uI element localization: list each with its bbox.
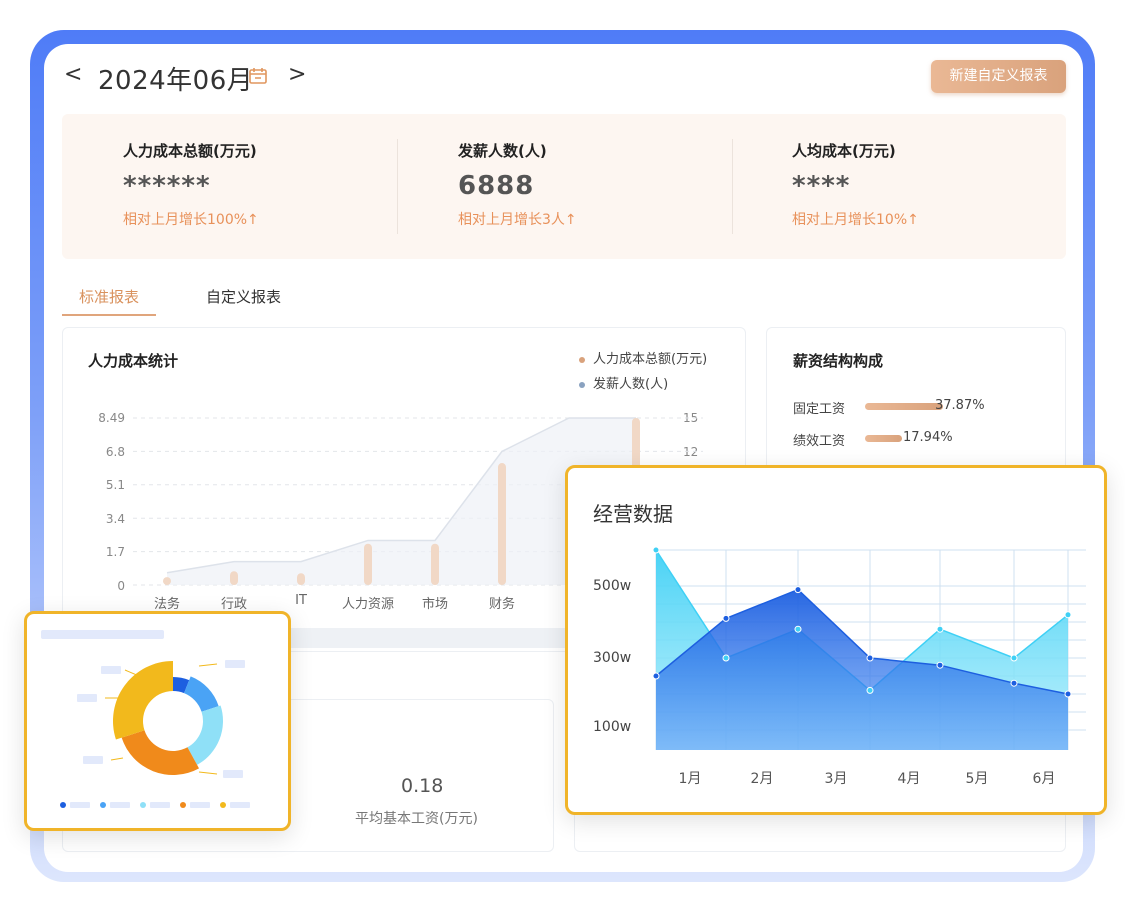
stat-label: 人力成本总额(万元)	[123, 142, 257, 160]
cost-bar	[431, 543, 439, 585]
series-cyan-point	[1064, 611, 1072, 619]
legend-placeholder	[150, 802, 170, 808]
salary-item-value: 37.87%	[935, 398, 985, 413]
donut-slice	[187, 705, 223, 765]
salary-structure-card: 薪资结构构成 固定工资 37.87% 绩效工资 17.94%	[766, 327, 1066, 477]
legend-dot	[60, 802, 66, 808]
legend-dot	[100, 802, 106, 808]
series-blue-point	[866, 654, 874, 662]
category-label: 法务	[153, 597, 180, 612]
placeholder-label	[83, 756, 103, 764]
x-tick: 1月	[678, 771, 702, 787]
stat-change: 相对上月增长100%↑	[123, 212, 259, 228]
stat-value: ****	[792, 171, 851, 201]
salary-item-bar	[865, 403, 943, 410]
series-cyan-point	[1010, 654, 1018, 662]
salary-item-label: 绩效工资	[793, 434, 846, 449]
series-blue-point	[652, 672, 660, 680]
donut-chart-popup	[24, 611, 291, 831]
prev-month-button[interactable]: <	[64, 64, 82, 86]
series-cyan-point	[652, 546, 660, 554]
placeholder-label	[225, 660, 245, 668]
legend-dot	[180, 802, 186, 808]
x-tick: 6月	[1032, 771, 1056, 787]
cost-bar	[163, 577, 171, 585]
leader-line	[198, 663, 218, 667]
category-label: 人力资源	[341, 597, 394, 612]
operations-data-popup: 经营数据 500w 300w 100w 1月 2月 3月 4月 5月 6月	[565, 465, 1107, 815]
placeholder-label	[77, 694, 97, 702]
divider	[732, 139, 733, 234]
stat-change: 相对上月增长3人↑	[458, 212, 577, 228]
legend-placeholder	[70, 802, 90, 808]
placeholder-label	[223, 770, 243, 778]
card-title: 薪资结构构成	[793, 352, 884, 370]
cost-bar	[297, 573, 305, 585]
leader-line	[110, 757, 124, 761]
stats-summary: 人力成本总额(万元) ****** 相对上月增长100%↑ 发薪人数(人) 68…	[62, 114, 1066, 259]
series-blue-point	[936, 661, 944, 669]
donut-slice	[121, 730, 200, 775]
stat-label: 人均成本(万元)	[792, 142, 896, 160]
donut-slice	[112, 661, 173, 740]
donut-slice	[184, 676, 219, 712]
x-tick: 5月	[965, 771, 989, 787]
active-tab-indicator	[62, 314, 156, 316]
x-tick: 4月	[897, 771, 921, 787]
x-tick: 2月	[750, 771, 774, 787]
next-month-button[interactable]: >	[288, 64, 306, 86]
stat-headcount: 发薪人数(人) 6888 相对上月增长3人↑	[458, 140, 577, 229]
ops-area-chart	[652, 546, 1086, 750]
current-month: 2024年06月	[98, 66, 254, 96]
category-label: IT	[295, 593, 307, 608]
divider	[397, 139, 398, 234]
calendar-icon[interactable]	[248, 66, 268, 86]
avg-base-salary-value: 0.18	[401, 775, 444, 797]
cost-bar	[498, 463, 506, 585]
new-custom-report-button[interactable]: 新建自定义报表	[931, 60, 1066, 93]
stat-avg-cost: 人均成本(万元) **** 相对上月增长10%↑	[792, 140, 919, 229]
category-label: 市场	[421, 597, 448, 612]
series-cyan-point	[794, 625, 802, 633]
legend-dot	[220, 802, 226, 808]
stat-value: ******	[123, 171, 211, 201]
legend-placeholder	[110, 802, 130, 808]
tab-custom-report[interactable]: 自定义报表	[206, 286, 281, 307]
series-cyan-point	[936, 625, 944, 633]
cost-bar	[230, 571, 238, 585]
category-label: 财务	[488, 597, 515, 612]
stat-change: 相对上月增长10%↑	[792, 212, 919, 228]
series-cyan-point	[722, 654, 730, 662]
avg-base-salary-label: 平均基本工资(万元)	[355, 811, 478, 827]
salary-item-value: 17.94%	[903, 430, 953, 445]
legend-placeholder	[190, 802, 210, 808]
stat-value: 6888	[458, 171, 535, 201]
series-blue-point	[1064, 690, 1072, 698]
series-cyan-point	[866, 686, 874, 694]
salary-item-bar	[865, 435, 902, 442]
stat-label: 发薪人数(人)	[458, 142, 547, 160]
stat-total-cost: 人力成本总额(万元) ****** 相对上月增长100%↑	[123, 140, 259, 229]
category-label: 行政	[220, 597, 247, 612]
legend-placeholder	[230, 802, 250, 808]
legend-dot	[140, 802, 146, 808]
series-blue-point	[1010, 679, 1018, 687]
placeholder-label	[101, 666, 121, 674]
series-blue-point	[794, 586, 802, 594]
x-tick: 3月	[824, 771, 848, 787]
donut-chart	[60, 660, 250, 808]
salary-item-label: 固定工资	[793, 402, 846, 417]
series-blue-point	[722, 614, 730, 622]
leader-line	[198, 771, 218, 775]
cost-bar	[364, 543, 372, 585]
tab-standard-report[interactable]: 标准报表	[79, 286, 139, 307]
